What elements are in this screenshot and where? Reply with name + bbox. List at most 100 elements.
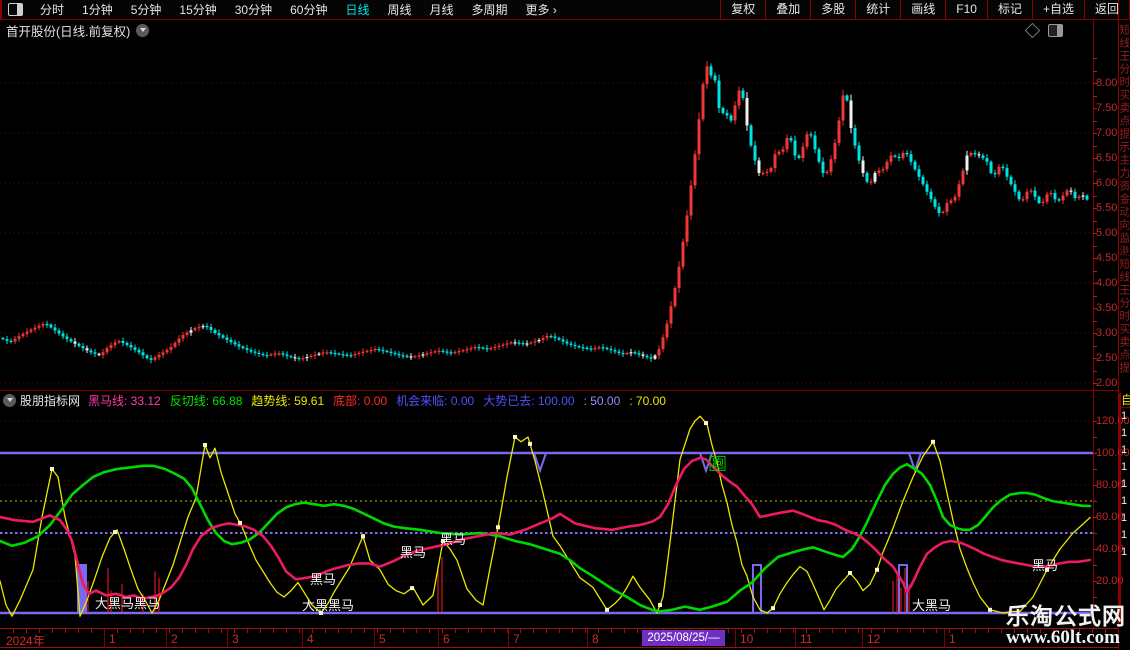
collapse-indicator-icon[interactable] (3, 394, 16, 407)
stock-title[interactable]: 首开股份(日线.前复权) (6, 21, 130, 40)
minor-tick (858, 629, 859, 633)
minor-tick (78, 629, 79, 633)
action-item[interactable]: 画线 (900, 0, 945, 19)
minor-tick (754, 629, 755, 633)
minor-tick (585, 629, 586, 633)
minor-tick (546, 629, 547, 633)
action-item[interactable]: 复权 (720, 0, 765, 19)
axis-tick (1093, 421, 1097, 422)
minor-tick (494, 629, 495, 633)
minor-tick (923, 629, 924, 633)
minor-tick (429, 629, 430, 633)
axis-tick (1093, 321, 1097, 322)
axis-tick (1093, 346, 1097, 347)
action-item[interactable]: 多股 (810, 0, 855, 19)
selected-date-badge[interactable]: 2025/08/25/— (642, 630, 725, 646)
period-item[interactable]: 周线 (378, 3, 420, 17)
action-item[interactable]: 返回 (1084, 0, 1130, 19)
minor-tick (975, 629, 976, 633)
axis-tick (1093, 469, 1097, 470)
minor-tick (390, 629, 391, 633)
price-axis-label: 5.50 (1096, 202, 1117, 214)
minor-tick (416, 629, 417, 633)
indicator-value: 趋势线: 59.61 (251, 394, 324, 408)
signal-label: 大黑马 (912, 598, 951, 613)
price-axis-label: 8.00 (1096, 77, 1117, 89)
period-item[interactable]: 30分钟 (226, 3, 281, 17)
axis-tick (1093, 171, 1097, 172)
month-label: 3 (232, 632, 239, 646)
period-item[interactable]: 月线 (421, 3, 463, 17)
axis-tick (1093, 71, 1097, 72)
period-item[interactable]: 日线 (336, 3, 378, 17)
period-items: 分时1分钟5分钟15分钟30分钟60分钟日线周线月线多周期更多 › (31, 1, 566, 19)
split-panel-icon[interactable] (1048, 24, 1063, 37)
action-item[interactable]: 统计 (855, 0, 900, 19)
action-item[interactable]: 叠加 (765, 0, 810, 19)
minor-tick (988, 629, 989, 633)
watermark-site-name: 乐淘公式网 (1006, 604, 1126, 628)
period-item[interactable]: 15分钟 (170, 3, 225, 17)
price-axis-label: 3.00 (1096, 327, 1117, 339)
month-tick (302, 629, 303, 647)
minor-tick (832, 629, 833, 633)
clipped-side-panel-text: 短线王分时买卖点提示主力资金动向监测短线王分时买卖点提示主力资金 (1120, 24, 1129, 386)
signal-label: 大黑黑马 (302, 598, 354, 613)
month-label: 1 (109, 632, 116, 646)
watermark: 乐淘公式网 www.60lt.com (1006, 604, 1126, 648)
price-axis-label: 3.50 (1096, 302, 1117, 314)
watchlist-price-fragment: 1 (1121, 459, 1130, 476)
price-axis-label: 7.50 (1096, 102, 1117, 114)
period-item[interactable]: 多周期 (463, 3, 517, 17)
month-tick (944, 629, 945, 647)
period-item[interactable]: 60分钟 (281, 3, 336, 17)
month-tick (166, 629, 167, 647)
minor-tick (637, 629, 638, 633)
indicator-chart[interactable]: 大黑马黑马大黑黑马黑马黑马黑马大黑马黑马跑 (0, 410, 1093, 628)
watchlist-price-fragment: 1 (1121, 544, 1130, 561)
period-item[interactable]: 1分钟 (73, 3, 122, 17)
indicator-value: : 70.00 (629, 394, 666, 408)
axis-tick (1093, 271, 1097, 272)
axis-tick (1093, 517, 1097, 518)
watchlist-price-fragment: 1 (1121, 527, 1130, 544)
indicator-value: 底部: 0.00 (333, 394, 387, 408)
action-item[interactable]: +自选 (1032, 0, 1084, 19)
period-item[interactable]: 分时 (31, 3, 73, 17)
indicator-value: 反切线: 66.88 (170, 394, 243, 408)
action-item[interactable]: 标记 (987, 0, 1032, 19)
axis-tick (1093, 485, 1097, 486)
minor-tick (780, 629, 781, 633)
month-label: 5 (379, 632, 386, 646)
axis-tick (1093, 221, 1097, 222)
minor-tick (273, 629, 274, 633)
axis-tick (1093, 233, 1097, 234)
minor-tick (182, 629, 183, 633)
diamond-icon[interactable] (1025, 22, 1041, 38)
date-axis[interactable]: 2024年1234567810111212025/08/25/— (0, 628, 1118, 648)
chevron-down-icon[interactable] (136, 24, 149, 37)
price-axis-label: 5.00 (1096, 227, 1117, 239)
signal-label: 大黑马黑马 (95, 596, 160, 611)
minor-tick (364, 629, 365, 633)
minor-tick (572, 629, 573, 633)
minor-tick (52, 629, 53, 633)
axis-tick (1093, 146, 1097, 147)
month-tick (587, 629, 588, 647)
window-layout-icon[interactable] (8, 3, 23, 16)
minor-tick (533, 629, 534, 633)
minor-tick (325, 629, 326, 633)
axis-tick (1093, 581, 1097, 582)
watchlist-tab[interactable]: 自 (1121, 393, 1130, 408)
axis-tick (1093, 383, 1097, 384)
minor-tick (910, 629, 911, 633)
action-item[interactable]: F10 (945, 0, 987, 19)
candlestick-chart[interactable] (0, 40, 1093, 390)
period-item[interactable]: 更多 › (517, 3, 566, 17)
minor-tick (624, 629, 625, 633)
month-tick (227, 629, 228, 647)
axis-tick (1093, 437, 1097, 438)
month-tick (795, 629, 796, 647)
period-item[interactable]: 5分钟 (122, 3, 171, 17)
month-label: 6 (443, 632, 450, 646)
